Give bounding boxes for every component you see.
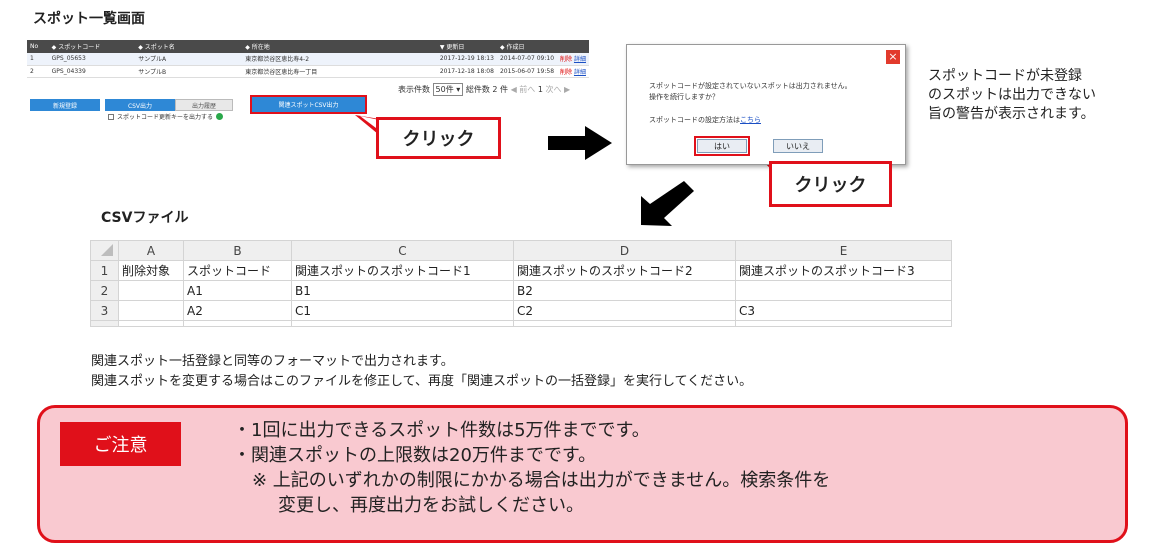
sheet-cell[interactable]: A1 — [183, 280, 292, 301]
sheet-cell[interactable]: スポットコード — [183, 260, 292, 281]
caution-badge: ご注意 — [60, 422, 181, 466]
sheet-cell — [118, 320, 184, 327]
caution-line-4: 変更し、再度出力をお試しください。 — [278, 495, 584, 516]
dialog-help-link[interactable]: こちら — [740, 116, 761, 124]
sheet-corner[interactable] — [90, 240, 119, 261]
dialog-help-text: スポットコードの設定方法は — [649, 116, 740, 124]
row-number — [90, 320, 119, 327]
row-number[interactable]: 3 — [90, 300, 119, 321]
click-callout-1: クリック — [376, 117, 501, 159]
right-arrow-icon — [548, 126, 612, 160]
sheet-cell[interactable]: 関連スポットのスポットコード2 — [513, 260, 736, 281]
down-left-arrow-icon — [641, 181, 694, 226]
sheet-row-truncated — [90, 320, 952, 327]
sheet-cell[interactable]: 関連スポットのスポットコード1 — [291, 260, 514, 281]
col-letter-d[interactable]: D — [513, 240, 736, 261]
side-note-line-2: のスポットは出力できない — [928, 87, 1096, 103]
csv-title: CSVファイル — [101, 210, 189, 226]
click-callout-2: クリック — [769, 161, 892, 207]
col-letter-e[interactable]: E — [735, 240, 952, 261]
dialog-message-2: 操作を続行しますか？ — [649, 93, 719, 101]
side-note: スポットコードが未登録 のスポットは出力できない 旨の警告が表示されます。 — [928, 67, 1096, 124]
select-all-icon — [101, 244, 113, 256]
side-note-line-3: 旨の警告が表示されます。 — [928, 106, 1095, 122]
confirm-dialog: × スポットコードが設定されていないスポットは出力されません。 操作を続行します… — [626, 44, 906, 165]
sheet-cell[interactable]: 関連スポットのスポットコード3 — [735, 260, 952, 281]
sheet-cell[interactable]: B2 — [513, 280, 736, 301]
caution-box: ご注意 ・1回に出力できるスポット件数は5万件までです。 ・関連スポットの上限数… — [37, 405, 1128, 543]
dialog-message-3: スポットコードの設定方法はこちら — [649, 115, 761, 125]
sheet-cell — [291, 320, 514, 327]
caution-line-3: ※ 上記のいずれかの制限にかかる場合は出力ができません。検索条件を — [252, 470, 831, 491]
sheet-cell[interactable]: B1 — [291, 280, 514, 301]
side-note-line-1: スポットコードが未登録 — [928, 68, 1082, 84]
sheet-cell[interactable]: C3 — [735, 300, 952, 321]
col-letter-b[interactable]: B — [183, 240, 292, 261]
yes-button[interactable]: はい — [694, 136, 750, 156]
sheet-cell[interactable] — [118, 300, 184, 321]
sheet-cell[interactable]: C1 — [291, 300, 514, 321]
row-number[interactable]: 2 — [90, 280, 119, 301]
col-letter-c[interactable]: C — [291, 240, 514, 261]
column-letter-row: A B C D E — [90, 240, 952, 261]
sheet-cell[interactable] — [735, 280, 952, 301]
sheet-row-3: 3 A2 C1 C2 C3 — [90, 300, 952, 321]
sheet-row-2: 2 A1 B1 B2 — [90, 280, 952, 301]
sheet-row-1: 1 削除対象 スポットコード 関連スポットのスポットコード1 関連スポットのスポ… — [90, 260, 952, 281]
csv-description-2: 関連スポットを変更する場合はこのファイルを修正して、再度「関連スポットの一括登録… — [91, 374, 753, 389]
sheet-cell[interactable]: C2 — [513, 300, 736, 321]
sheet-cell — [513, 320, 736, 327]
caution-line-2: ・関連スポットの上限数は20万件までです。 — [233, 445, 597, 466]
csv-description-1: 関連スポット一括登録と同等のフォーマットで出力されます。 — [91, 354, 454, 369]
csv-spreadsheet: A B C D E 1 削除対象 スポットコード 関連スポットのスポットコード1… — [90, 240, 952, 327]
caution-line-1: ・1回に出力できるスポット件数は5万件までです。 — [233, 420, 650, 441]
close-icon[interactable]: × — [886, 50, 900, 64]
sheet-cell[interactable]: 削除対象 — [118, 260, 184, 281]
row-number[interactable]: 1 — [90, 260, 119, 281]
sheet-cell[interactable] — [118, 280, 184, 301]
dialog-message-1: スポットコードが設定されていないスポットは出力されません。 — [649, 82, 852, 90]
no-button[interactable]: いいえ — [773, 139, 823, 153]
sheet-cell[interactable]: A2 — [183, 300, 292, 321]
sheet-cell — [183, 320, 292, 327]
col-letter-a[interactable]: A — [118, 240, 184, 261]
sheet-cell — [735, 320, 952, 327]
